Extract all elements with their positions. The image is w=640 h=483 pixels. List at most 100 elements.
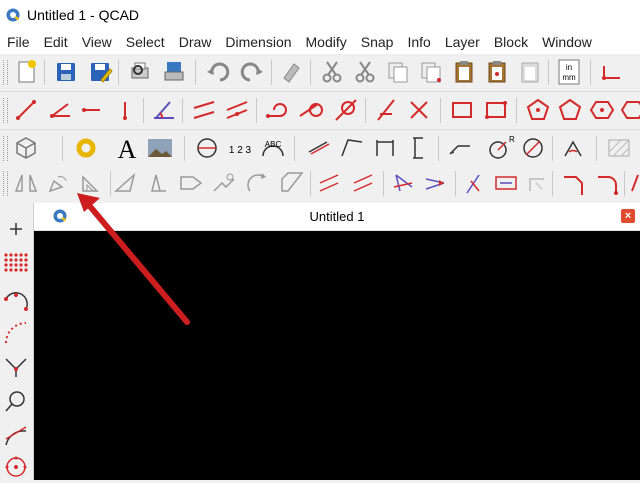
text-icon[interactable]: A xyxy=(111,132,143,164)
polyline-corner-icon[interactable] xyxy=(596,56,628,88)
spline-icon[interactable] xyxy=(0,317,32,349)
bevel-icon[interactable] xyxy=(276,167,308,199)
menu-snap[interactable]: Snap xyxy=(354,34,401,50)
menu-view[interactable]: View xyxy=(75,34,119,50)
mirror-icon[interactable] xyxy=(10,167,42,199)
line-icon[interactable] xyxy=(10,94,42,126)
clipboard-export-icon[interactable] xyxy=(514,56,546,88)
svg-text:mm: mm xyxy=(562,73,576,82)
menu-select[interactable]: Select xyxy=(119,34,172,50)
dimension-circle-icon[interactable] xyxy=(191,132,223,164)
menu-dimension[interactable]: Dimension xyxy=(218,34,298,50)
redo-icon[interactable] xyxy=(236,56,268,88)
cut-reference-icon[interactable] xyxy=(349,56,381,88)
undo-icon[interactable] xyxy=(202,56,234,88)
line-parallel-icon[interactable] xyxy=(188,94,220,126)
menu-window[interactable]: Window xyxy=(535,34,599,50)
tangent-icon[interactable] xyxy=(0,351,32,383)
print-preview-icon[interactable] xyxy=(124,56,156,88)
cut-icon[interactable] xyxy=(316,56,348,88)
toolbar-grip[interactable] xyxy=(3,136,8,161)
menu-info[interactable]: Info xyxy=(400,34,437,50)
align-icon[interactable] xyxy=(208,167,240,199)
explode-icon[interactable] xyxy=(490,167,522,199)
dim-radial-icon[interactable]: R xyxy=(484,132,516,164)
document-header: Untitled 1 × xyxy=(34,203,640,231)
edit-properties-icon[interactable] xyxy=(459,167,491,199)
menu-modify[interactable]: Modify xyxy=(299,34,354,50)
polygon-hexagon-icon[interactable] xyxy=(617,94,640,126)
copy-reference-icon[interactable] xyxy=(415,56,447,88)
toolbar-grip[interactable] xyxy=(3,98,8,123)
menu-file[interactable]: File xyxy=(0,34,37,50)
rectangle-icon[interactable] xyxy=(446,94,478,126)
line-horizontal-icon[interactable] xyxy=(76,94,108,126)
line-angle-icon[interactable] xyxy=(44,94,76,126)
move-rotate-icon[interactable] xyxy=(388,167,420,199)
menu-block[interactable]: Block xyxy=(487,34,535,50)
trim-icon[interactable] xyxy=(522,167,554,199)
polygon-side-icon[interactable] xyxy=(586,94,618,126)
dim-vertical-icon[interactable] xyxy=(403,132,435,164)
image-icon[interactable] xyxy=(144,132,176,164)
copy-icon[interactable] xyxy=(382,56,414,88)
rotate-icon[interactable] xyxy=(42,167,74,199)
text-arc-icon[interactable]: ABC xyxy=(257,132,289,164)
document-title: Untitled 1 xyxy=(309,209,365,224)
offset-through-icon[interactable] xyxy=(348,167,380,199)
3d-box-icon[interactable] xyxy=(10,132,42,164)
ring-icon[interactable] xyxy=(70,132,102,164)
line-tangent-icon[interactable] xyxy=(148,94,180,126)
save-icon[interactable] xyxy=(50,56,82,88)
move-icon[interactable] xyxy=(110,167,142,199)
chamfer-icon[interactable] xyxy=(558,167,590,199)
arc-tangent-icon[interactable] xyxy=(330,94,362,126)
dim-angle-icon[interactable] xyxy=(557,132,589,164)
arc-point-icon[interactable] xyxy=(0,419,32,451)
polygon-icon[interactable] xyxy=(522,94,554,126)
eraser-icon[interactable] xyxy=(276,56,308,88)
close-document-button[interactable]: × xyxy=(621,209,635,223)
menu-layer[interactable]: Layer xyxy=(438,34,487,50)
menu-edit[interactable]: Edit xyxy=(37,34,75,50)
menu-draw[interactable]: Draw xyxy=(172,34,219,50)
unit-icon[interactable]: in mm xyxy=(553,56,585,88)
line-parallel-through-icon[interactable] xyxy=(221,94,253,126)
rotate-selection-icon[interactable] xyxy=(420,167,452,199)
numbering-icon[interactable]: 1 2 3 xyxy=(224,132,256,164)
line-orthogonal-icon[interactable] xyxy=(403,94,435,126)
polyline-icon[interactable] xyxy=(0,285,32,317)
point-grid-icon[interactable] xyxy=(0,247,32,279)
dim-horizontal-icon[interactable] xyxy=(369,132,401,164)
print-icon[interactable] xyxy=(158,56,190,88)
dim-aligned-icon[interactable] xyxy=(303,132,335,164)
lengthen-icon[interactable] xyxy=(626,167,640,199)
circle-center-icon[interactable] xyxy=(0,451,32,483)
circle-point-icon[interactable] xyxy=(0,385,32,417)
hatch-icon[interactable] xyxy=(603,132,635,164)
dim-angular-icon[interactable] xyxy=(336,132,368,164)
rectangle-corners-icon[interactable] xyxy=(480,94,512,126)
circle-tangent-icon[interactable] xyxy=(296,94,328,126)
dim-diameter-icon[interactable] xyxy=(517,132,549,164)
scale-icon[interactable] xyxy=(75,167,107,199)
toolbar-grip[interactable] xyxy=(3,60,8,85)
line-vertical-icon[interactable] xyxy=(109,94,141,126)
fillet-icon[interactable] xyxy=(592,167,624,199)
dimension-toolbar: A 1 2 3 ABC R xyxy=(0,130,640,168)
offset-icon[interactable] xyxy=(314,167,346,199)
leader-icon[interactable] xyxy=(444,132,476,164)
drawing-canvas[interactable] xyxy=(34,231,640,480)
crosshair-icon[interactable] xyxy=(0,213,32,245)
arc-icon[interactable] xyxy=(262,94,294,126)
polygon-corner-icon[interactable] xyxy=(554,94,586,126)
line-bisector-icon[interactable] xyxy=(370,94,402,126)
new-document-icon[interactable] xyxy=(10,56,42,88)
stretch-icon[interactable] xyxy=(142,167,174,199)
clipboard-icon[interactable] xyxy=(481,56,513,88)
save-as-icon[interactable] xyxy=(84,56,116,88)
rotate2-icon[interactable] xyxy=(242,167,274,199)
paste-icon[interactable] xyxy=(448,56,480,88)
shear-icon[interactable] xyxy=(175,167,207,199)
toolbar-grip[interactable] xyxy=(3,171,8,196)
